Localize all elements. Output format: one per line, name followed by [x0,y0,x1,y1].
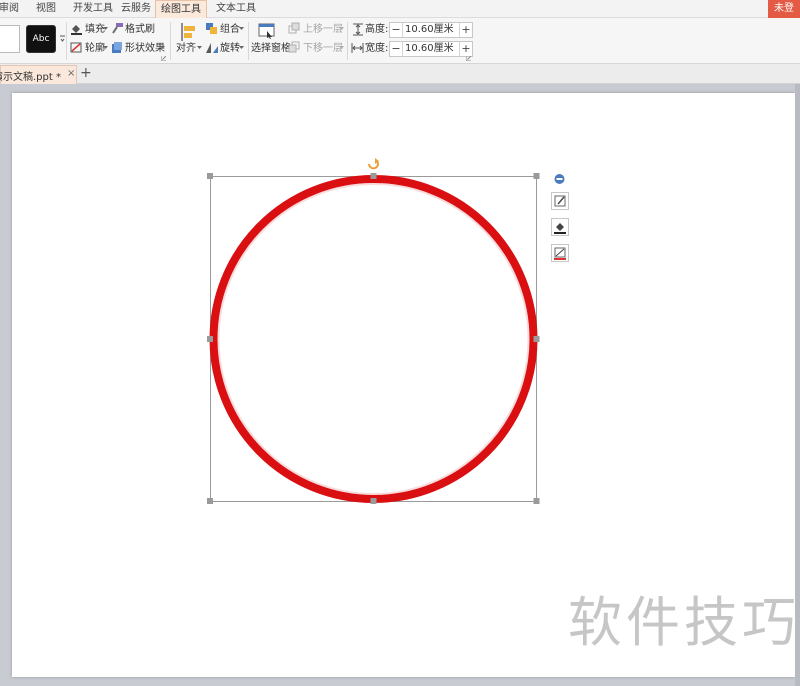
close-icon[interactable]: × [67,68,75,79]
outline-button[interactable]: 轮廓 [85,42,105,56]
group-button[interactable]: 组合 [220,23,240,37]
resize-handle-top-left[interactable] [207,173,213,179]
tab-cloud-service[interactable]: 云服务 [121,0,155,18]
shape-effects-icon [112,42,122,53]
paint-bucket-icon [71,25,82,35]
chevron-down-icon [103,27,108,30]
resize-handle-top[interactable] [370,173,377,179]
rotate-button[interactable]: 旋转 [220,42,240,56]
width-input[interactable]: 10.60厘米 [405,42,454,56]
group-icon [206,23,217,34]
shape-outline-button[interactable] [551,244,569,262]
height-label: 高度: [365,24,389,35]
chevron-down-icon [339,46,344,49]
chevron-down-icon [239,27,244,30]
circle-shape[interactable] [209,175,538,503]
resize-handle-bottom-left[interactable] [207,498,213,504]
style-gallery-more-icon[interactable] [60,34,65,42]
outline-icon [70,42,82,53]
align-button[interactable]: 对齐 [176,42,196,56]
send-backward-button[interactable]: 下移一层 [303,42,343,56]
edit-shape-button[interactable] [551,192,569,210]
width-icon [351,43,364,53]
circle-shape-inner-glow [217,183,530,495]
outline-icon [554,247,566,260]
shape-effects-button[interactable]: 形状效果 [125,42,165,56]
selection-pane-button[interactable]: 选择窗格 [251,42,291,56]
shape-style-preset-white[interactable] [0,25,20,53]
watermark-text: 软件技巧 [568,591,800,654]
document-tab-bar: 演示文稿.ppt * × + [0,64,800,84]
collapse-toolbar-icon[interactable] [554,174,565,184]
rotate-icon [206,43,218,53]
format-painter-icon [112,23,123,34]
paint-bucket-icon [554,223,566,234]
dialog-launcher-icon[interactable] [466,56,471,61]
width-stepper[interactable]: − 10.60厘米 + [389,41,473,57]
chevron-down-icon [103,46,108,49]
resize-handle-left[interactable] [207,336,213,342]
chevron-down-icon [239,46,244,49]
width-increment-button[interactable]: + [459,42,472,56]
bring-forward-button[interactable]: 上移一层 [303,23,343,37]
shape-fill-button[interactable] [551,218,569,236]
bring-forward-icon [288,22,300,34]
shape-style-preset-black[interactable]: Abc [26,25,56,53]
fill-button[interactable]: 填充 [85,23,105,37]
height-stepper[interactable]: − 10.60厘米 + [389,22,473,38]
resize-handle-top-right[interactable] [533,173,540,179]
format-painter-button[interactable]: 格式刷 [125,23,155,37]
align-icon [181,23,195,41]
height-input[interactable]: 10.60厘米 [405,23,454,37]
height-increment-button[interactable]: + [459,23,472,37]
resize-handle-right[interactable] [533,336,540,342]
width-decrement-button[interactable]: − [390,42,403,56]
login-button[interactable]: 未登 [768,0,800,18]
dialog-launcher-icon[interactable] [161,56,166,61]
document-tab[interactable]: 演示文稿.ppt * × [0,65,77,84]
tab-developer-tools[interactable]: 开发工具 [73,0,117,18]
tab-review[interactable]: 审阅 [0,0,27,18]
chevron-down-icon [339,27,344,30]
new-tab-button[interactable]: + [80,65,92,81]
rotate-handle-icon[interactable] [368,158,379,170]
menu-bar: 审阅 视图 开发工具 云服务 绘图工具 文本工具 未登 [0,0,800,18]
tab-view[interactable]: 视图 [36,0,66,18]
chevron-down-icon [197,46,202,49]
tab-text-tools[interactable]: 文本工具 [216,0,260,18]
ribbon-toolbar: Abc 填充 格式刷 轮廓 形状效果 对齐 组合 旋转 选择窗格 上移一层 下移… [0,18,800,64]
edit-shape-icon [554,195,566,207]
height-decrement-button[interactable]: − [390,23,403,37]
selection-pane-icon [258,23,275,39]
tab-drawing-tools[interactable]: 绘图工具 [155,0,207,18]
document-tab-label[interactable]: 演示文稿.ppt * [0,68,61,83]
width-label: 宽度: [365,43,389,54]
chevron-down-icon [160,46,165,49]
height-icon [353,23,363,36]
send-backward-icon [288,41,300,53]
resize-handle-bottom[interactable] [370,498,377,504]
resize-handle-bottom-right[interactable] [533,498,540,504]
